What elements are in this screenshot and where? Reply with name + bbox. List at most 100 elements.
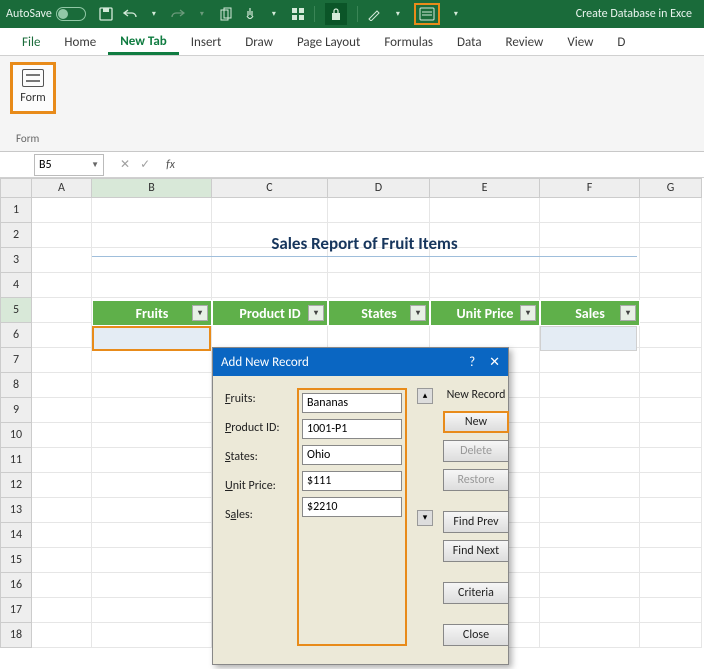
cell[interactable]: [430, 323, 540, 348]
row-header-15[interactable]: 15: [0, 548, 32, 573]
cell[interactable]: [540, 423, 640, 448]
field-input-unitprice[interactable]: [302, 471, 402, 491]
cell[interactable]: [640, 273, 702, 298]
cell[interactable]: [32, 198, 92, 223]
cell[interactable]: [640, 348, 702, 373]
cell[interactable]: [32, 598, 92, 623]
cancel-icon[interactable]: ✕: [120, 157, 130, 172]
lock-icon[interactable]: [325, 3, 347, 25]
cell[interactable]: [640, 523, 702, 548]
cell[interactable]: [430, 198, 540, 223]
cell[interactable]: [640, 423, 702, 448]
row-header-3[interactable]: 3: [0, 248, 32, 273]
cell[interactable]: [540, 598, 640, 623]
tab-more[interactable]: D: [605, 30, 637, 55]
undo-icon[interactable]: [122, 6, 138, 22]
cell[interactable]: [92, 498, 212, 523]
field-input-states[interactable]: [302, 445, 402, 465]
cell[interactable]: [212, 273, 328, 298]
cell[interactable]: [92, 373, 212, 398]
redo-dropdown-icon[interactable]: ▾: [194, 6, 210, 22]
tab-page-layout[interactable]: Page Layout: [285, 30, 372, 55]
confirm-icon[interactable]: ✓: [140, 157, 150, 172]
redo-icon[interactable]: [170, 6, 186, 22]
row-header-14[interactable]: 14: [0, 523, 32, 548]
find-next-button[interactable]: Find Next: [443, 540, 509, 562]
column-header-C[interactable]: C: [212, 178, 328, 198]
tab-insert[interactable]: Insert: [179, 30, 234, 55]
row-header-6[interactable]: 6: [0, 323, 32, 348]
cell[interactable]: [640, 223, 702, 248]
cell[interactable]: [640, 373, 702, 398]
row-header-13[interactable]: 13: [0, 498, 32, 523]
cell[interactable]: [640, 198, 702, 223]
cell[interactable]: [92, 623, 212, 648]
cell[interactable]: [32, 573, 92, 598]
dialog-title-bar[interactable]: Add New Record ? ✕: [213, 348, 508, 376]
cell[interactable]: [640, 623, 702, 648]
row-header-7[interactable]: 7: [0, 348, 32, 373]
select-all-corner[interactable]: [0, 178, 32, 198]
row-header-1[interactable]: 1: [0, 198, 32, 223]
tab-draw[interactable]: Draw: [233, 30, 285, 55]
cell[interactable]: [32, 548, 92, 573]
field-input-sales[interactable]: [302, 497, 402, 517]
tab-home[interactable]: Home: [52, 30, 108, 55]
cell[interactable]: [32, 298, 92, 323]
delete-button[interactable]: Delete: [443, 440, 509, 462]
cell[interactable]: [540, 273, 640, 298]
cell[interactable]: [92, 548, 212, 573]
cell[interactable]: [540, 198, 640, 223]
column-header-A[interactable]: A: [32, 178, 92, 198]
column-header-F[interactable]: F: [540, 178, 640, 198]
cell[interactable]: [540, 398, 640, 423]
cell[interactable]: [32, 398, 92, 423]
row-header-16[interactable]: 16: [0, 573, 32, 598]
cell[interactable]: [92, 348, 212, 373]
filter-dropdown-icon[interactable]: ▾: [308, 305, 324, 321]
cell[interactable]: [32, 523, 92, 548]
cell[interactable]: [92, 273, 212, 298]
criteria-button[interactable]: Criteria: [443, 582, 509, 604]
row-header-9[interactable]: 9: [0, 398, 32, 423]
cell[interactable]: [92, 198, 212, 223]
cell[interactable]: [32, 623, 92, 648]
cell[interactable]: [640, 498, 702, 523]
cell[interactable]: [32, 323, 92, 348]
cell[interactable]: [92, 398, 212, 423]
tab-view[interactable]: View: [555, 30, 605, 55]
name-box-dropdown-icon[interactable]: ▼: [91, 160, 99, 170]
filter-dropdown-icon[interactable]: ▾: [192, 305, 208, 321]
cell[interactable]: [92, 423, 212, 448]
qat-more-icon[interactable]: ▾: [448, 6, 464, 22]
cell[interactable]: [640, 298, 702, 323]
restore-button[interactable]: Restore: [443, 469, 509, 491]
row-header-8[interactable]: 8: [0, 373, 32, 398]
tab-new-tab[interactable]: New Tab: [108, 29, 179, 55]
fx-label[interactable]: fx: [166, 158, 175, 172]
row-header-5[interactable]: 5: [0, 298, 32, 323]
cell[interactable]: [540, 573, 640, 598]
row-header-17[interactable]: 17: [0, 598, 32, 623]
dialog-close-icon[interactable]: ✕: [489, 355, 500, 370]
cell[interactable]: [328, 198, 430, 223]
cell[interactable]: [640, 248, 702, 273]
apps-icon[interactable]: [290, 6, 306, 22]
cell[interactable]: [540, 373, 640, 398]
field-input-fruits[interactable]: [302, 393, 402, 413]
autosave-toggle[interactable]: [56, 7, 86, 21]
cell[interactable]: [32, 498, 92, 523]
cell[interactable]: [32, 448, 92, 473]
cell[interactable]: [640, 598, 702, 623]
cell[interactable]: [540, 523, 640, 548]
column-header-D[interactable]: D: [328, 178, 430, 198]
form-button[interactable]: Form: [10, 62, 56, 114]
touch-mode-icon[interactable]: [242, 6, 258, 22]
row-header-10[interactable]: 10: [0, 423, 32, 448]
cell[interactable]: [328, 323, 430, 348]
row-header-2[interactable]: 2: [0, 223, 32, 248]
row-header-12[interactable]: 12: [0, 473, 32, 498]
cell[interactable]: [32, 423, 92, 448]
active-cell-highlight[interactable]: [92, 326, 211, 351]
cell[interactable]: [92, 473, 212, 498]
